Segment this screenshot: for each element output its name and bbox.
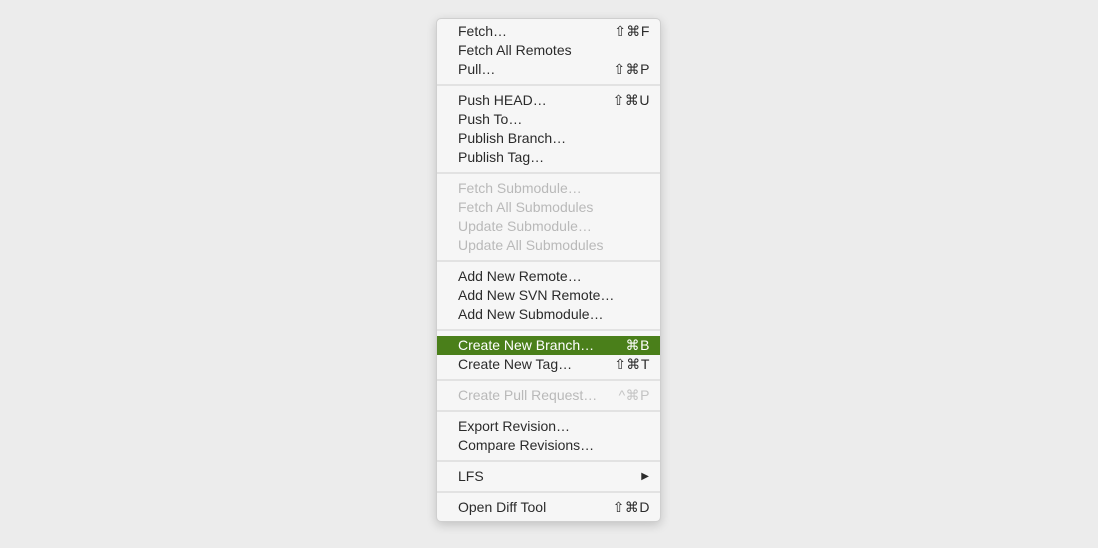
keyboard-shortcut: ⇧⌘F: [614, 23, 650, 39]
menu-item-lfs[interactable]: LFS ▶: [437, 467, 660, 486]
menu-item-label: Update All Submodules: [458, 237, 604, 253]
menu-separator: [437, 460, 660, 462]
submenu-arrow-icon: ▶: [641, 471, 649, 482]
menu-item-fetch-submodule: Fetch Submodule…: [437, 179, 660, 198]
keyboard-shortcut: ^⌘P: [618, 387, 650, 403]
menu-item-label: Pull…: [458, 61, 496, 77]
keyboard-shortcut: ⌘B: [625, 337, 650, 353]
menu-item-label: Publish Branch…: [458, 130, 567, 146]
menu-item-publish-branch[interactable]: Publish Branch…: [437, 129, 660, 148]
menu-item-label: Push To…: [458, 111, 523, 127]
menu-item-label: Compare Revisions…: [458, 437, 595, 453]
menu-item-label: Publish Tag…: [458, 149, 545, 165]
menu-item-update-all-submodules: Update All Submodules: [437, 236, 660, 255]
menu-item-fetch-all-submodules: Fetch All Submodules: [437, 198, 660, 217]
menu-item-create-new-tag[interactable]: Create New Tag… ⇧⌘T: [437, 355, 660, 374]
menu-item-label: Create New Tag…: [458, 356, 573, 372]
menu-item-create-pull-request: Create Pull Request… ^⌘P: [437, 386, 660, 405]
menu-item-push-head[interactable]: Push HEAD… ⇧⌘U: [437, 91, 660, 110]
menu-item-label: Add New Remote…: [458, 268, 582, 284]
menu-item-label: LFS: [458, 468, 484, 484]
menu-separator: [437, 410, 660, 412]
menu-separator: [437, 379, 660, 381]
menu-item-fetch-all-remotes[interactable]: Fetch All Remotes: [437, 41, 660, 60]
menu-item-open-diff-tool[interactable]: Open Diff Tool ⇧⌘D: [437, 498, 660, 517]
menu-separator: [437, 491, 660, 493]
menu-item-label: Fetch All Remotes: [458, 42, 572, 58]
menu-item-compare-revisions[interactable]: Compare Revisions…: [437, 436, 660, 455]
menu-item-pull[interactable]: Pull… ⇧⌘P: [437, 60, 660, 79]
menu-separator: [437, 260, 660, 262]
menu-item-add-new-svn-remote[interactable]: Add New SVN Remote…: [437, 286, 660, 305]
menu-item-fetch[interactable]: Fetch… ⇧⌘F: [437, 22, 660, 41]
menu-item-create-new-branch[interactable]: Create New Branch… ⌘B: [437, 336, 660, 355]
menu-item-add-new-submodule[interactable]: Add New Submodule…: [437, 305, 660, 324]
menu-separator: [437, 84, 660, 86]
menu-item-label: Create New Branch…: [458, 337, 595, 353]
menu-item-label: Update Submodule…: [458, 218, 592, 234]
repository-context-menu: Fetch… ⇧⌘F Fetch All Remotes Pull… ⇧⌘P Push H…: [436, 18, 661, 522]
menu-item-label: Export Revision…: [458, 418, 571, 434]
menu-separator: [437, 172, 660, 174]
menu-item-export-revision[interactable]: Export Revision…: [437, 417, 660, 436]
keyboard-shortcut: ⇧⌘D: [612, 499, 650, 515]
menu-item-label: Fetch All Submodules: [458, 199, 594, 215]
keyboard-shortcut: ⇧⌘U: [612, 92, 650, 108]
menu-item-label: Open Diff Tool: [458, 499, 547, 515]
menu-item-label: Add New Submodule…: [458, 306, 604, 322]
menu-item-publish-tag[interactable]: Publish Tag…: [437, 148, 660, 167]
menu-item-label: Add New SVN Remote…: [458, 287, 615, 303]
menu-item-label: Fetch Submodule…: [458, 180, 582, 196]
menu-item-push-to[interactable]: Push To…: [437, 110, 660, 129]
menu-item-update-submodule: Update Submodule…: [437, 217, 660, 236]
menu-item-label: Fetch…: [458, 23, 508, 39]
keyboard-shortcut: ⇧⌘T: [614, 356, 650, 372]
keyboard-shortcut: ⇧⌘P: [613, 61, 650, 77]
menu-item-label: Create Pull Request…: [458, 387, 598, 403]
menu-item-add-new-remote[interactable]: Add New Remote…: [437, 267, 660, 286]
menu-item-label: Push HEAD…: [458, 92, 547, 108]
menu-separator: [437, 329, 660, 331]
